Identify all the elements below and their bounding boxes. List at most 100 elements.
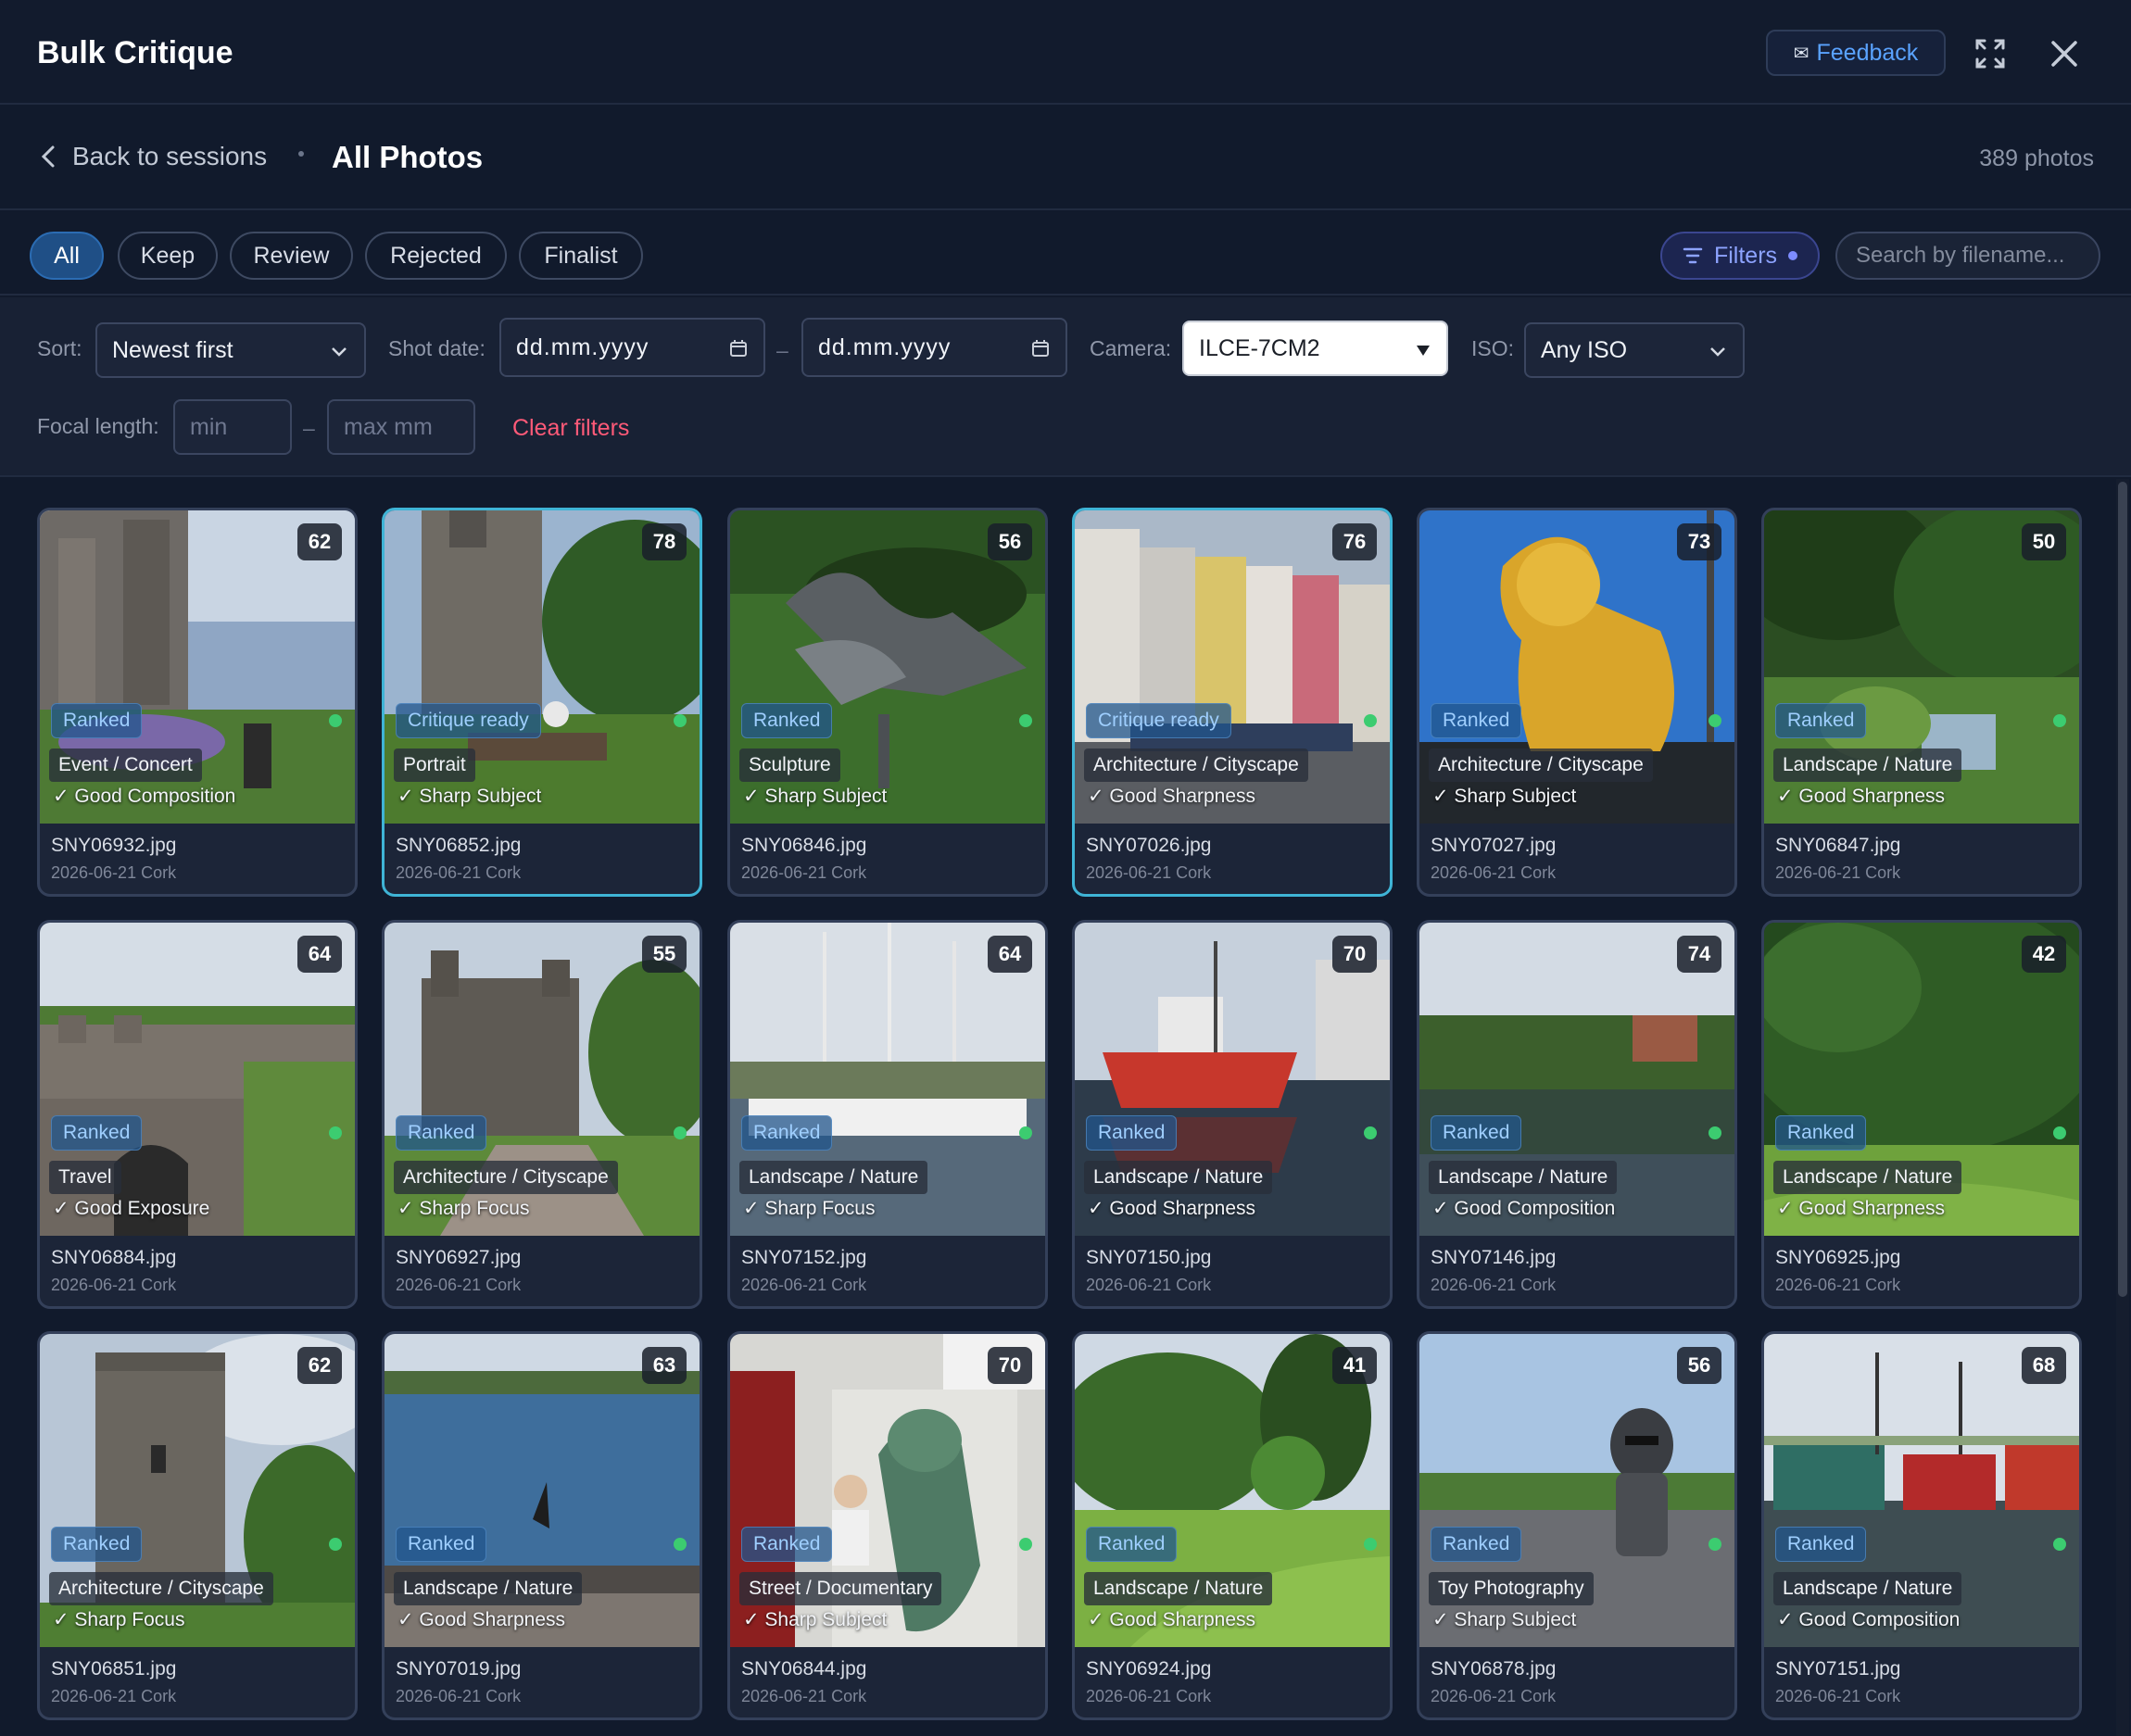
status-badge: Ranked [1775, 703, 1867, 738]
quality-note: ✓ Sharp Subject [1432, 786, 1577, 807]
photo-card[interactable]: 64 Ranked Travel ✓ Good Exposure SNY06884.jp… [37, 920, 358, 1309]
photo-card[interactable]: 62 Ranked Event / Concert ✓ Good Compositio… [37, 508, 358, 897]
category-tag: Sculpture [739, 748, 840, 782]
photo-card[interactable]: 62 Ranked Architecture / Cityscape ✓ Sharp … [37, 1331, 358, 1720]
photo-card[interactable]: 70 Ranked Street / Documentary ✓ Sharp Subj… [727, 1331, 1048, 1720]
status-badge: Ranked [1431, 703, 1522, 738]
photo-card[interactable]: 56 Ranked Sculpture ✓ Sharp Subject SNY06846… [727, 508, 1048, 897]
envelope-icon: ✉ [1793, 43, 1809, 64]
close-icon[interactable] [2046, 35, 2083, 72]
photo-filename: SNY07152.jpg [741, 1247, 867, 1268]
score-badge: 68 [2022, 1347, 2066, 1384]
quality-note: ✓ Good Sharpness [1777, 1198, 1946, 1219]
status-badge: Ranked [1775, 1115, 1867, 1151]
category-tag: Landscape / Nature [1084, 1572, 1273, 1605]
filter-icon [1683, 247, 1703, 264]
photo-grid: 62 Ranked Event / Concert ✓ Good Compositio… [0, 479, 2131, 1736]
status-dot [1364, 714, 1377, 727]
breadcrumb-separator [298, 151, 304, 157]
tab-finalist[interactable]: Finalist [519, 232, 643, 280]
filter-panel: Sort: Newest first Shot date: dd.mm.yyyy… [0, 297, 2131, 477]
status-dot [1709, 1126, 1721, 1139]
status-badge: Critique ready [1086, 703, 1231, 738]
photo-card[interactable]: 73 Ranked Architecture / Cityscape ✓ Sharp … [1417, 508, 1737, 897]
photo-meta: 2026-06-21 Cork [1086, 863, 1212, 882]
quality-note: ✓ Good Sharpness [1777, 786, 1946, 807]
scrollbar-thumb[interactable] [2118, 482, 2127, 1297]
score-badge: 41 [1332, 1347, 1377, 1384]
photo-filename: SNY07019.jpg [396, 1658, 522, 1679]
quality-note: ✓ Good Sharpness [397, 1609, 566, 1630]
score-badge: 73 [1677, 523, 1721, 560]
photo-meta: 2026-06-21 Cork [396, 863, 522, 882]
quality-note: ✓ Good Composition [53, 786, 236, 807]
category-tag: Toy Photography [1429, 1572, 1594, 1605]
photo-meta: 2026-06-21 Cork [396, 1687, 522, 1705]
photo-card[interactable]: 50 Ranked Landscape / Nature ✓ Good Sharpne… [1761, 508, 2082, 897]
photo-filename: SNY06852.jpg [396, 835, 522, 856]
focal-min-input[interactable]: min [173, 399, 292, 455]
sort-select[interactable]: Newest first [95, 322, 366, 378]
quality-note: ✓ Good Exposure [53, 1198, 210, 1219]
calendar-icon [1032, 340, 1049, 357]
photo-card[interactable]: 64 Ranked Landscape / Nature ✓ Sharp Focus S… [727, 920, 1048, 1309]
camera-value: ILCE-7CM2 [1199, 334, 1320, 361]
photo-meta: 2026-06-21 Cork [1775, 1687, 1901, 1705]
photo-meta: 2026-06-21 Cork [51, 863, 177, 882]
search-input[interactable] [1835, 232, 2100, 280]
photo-meta: 2026-06-21 Cork [396, 1276, 522, 1294]
camera-select[interactable]: ILCE-7CM2 [1182, 321, 1448, 376]
quality-note: ✓ Sharp Subject [743, 786, 888, 807]
status-badge: Ranked [1431, 1115, 1522, 1151]
status-badge: Ranked [1775, 1527, 1867, 1562]
photo-card[interactable]: 70 Ranked Landscape / Nature ✓ Good Sharpne… [1072, 920, 1393, 1309]
photo-meta: 2026-06-21 Cork [1086, 1276, 1212, 1294]
photo-card[interactable]: 56 Ranked Toy Photography ✓ Sharp Subject SN… [1417, 1331, 1737, 1720]
photo-filename: SNY06851.jpg [51, 1658, 177, 1679]
score-badge: 70 [1332, 936, 1377, 973]
shot-date-label: Shot date: [388, 336, 485, 360]
photo-meta: 2026-06-21 Cork [51, 1687, 177, 1705]
category-tag: Travel [49, 1161, 121, 1194]
status-badge: Ranked [51, 1527, 143, 1562]
photo-card[interactable]: 55 Ranked Architecture / Cityscape ✓ Sharp … [382, 920, 702, 1309]
back-to-sessions-link[interactable]: Back to sessions [41, 142, 267, 171]
quality-note: ✓ Sharp Subject [743, 1609, 888, 1630]
photo-card[interactable]: 42 Ranked Landscape / Nature ✓ Good Sharpne… [1761, 920, 2082, 1309]
photo-card[interactable]: 76 Critique ready Architecture / Cityscape… [1072, 508, 1393, 897]
photo-card[interactable]: 78 Critique ready Portrait ✓ Sharp Subject S… [382, 508, 702, 897]
tab-all[interactable]: All [30, 232, 104, 280]
score-badge: 55 [642, 936, 687, 973]
expand-icon[interactable] [1972, 35, 2009, 72]
status-badge: Ranked [741, 703, 833, 738]
clear-filters-link[interactable]: Clear filters [512, 415, 629, 442]
tab-review[interactable]: Review [230, 232, 353, 280]
quality-note: ✓ Sharp Focus [743, 1198, 876, 1219]
photo-meta: 2026-06-21 Cork [1431, 1276, 1557, 1294]
tab-keep[interactable]: Keep [118, 232, 218, 280]
filters-label: Filters [1713, 242, 1778, 269]
photo-card[interactable]: 74 Ranked Landscape / Nature ✓ Good Composi… [1417, 920, 1737, 1309]
chevron-down-icon [332, 347, 347, 357]
category-tag: Architecture / Cityscape [394, 1161, 618, 1194]
iso-select[interactable]: Any ISO [1524, 322, 1745, 378]
status-dot [674, 1538, 687, 1551]
photo-card[interactable]: 41 Ranked Landscape / Nature ✓ Good Sharpne… [1072, 1331, 1393, 1720]
score-badge: 56 [1677, 1347, 1721, 1384]
feedback-button[interactable]: ✉ Feedback [1766, 30, 1946, 76]
sort-value: Newest first [112, 336, 233, 363]
filters-button[interactable]: Filters [1660, 232, 1820, 280]
date-to-input[interactable]: dd.mm.yyyy [801, 318, 1067, 377]
breadcrumb: Back to sessions All Photos 389 photos [0, 107, 2131, 210]
tab-rejected[interactable]: Rejected [365, 232, 507, 280]
status-dot [1364, 1538, 1377, 1551]
score-badge: 50 [2022, 523, 2066, 560]
photo-filename: SNY06846.jpg [741, 835, 867, 856]
focal-max-input[interactable]: max mm [327, 399, 475, 455]
photo-card[interactable]: 68 Ranked Landscape / Nature ✓ Good Composi… [1761, 1331, 2082, 1720]
status-badge: Ranked [51, 1115, 143, 1151]
date-from-input[interactable]: dd.mm.yyyy [499, 318, 765, 377]
status-dot [2053, 1538, 2066, 1551]
photo-filename: SNY07150.jpg [1086, 1247, 1212, 1268]
photo-card[interactable]: 63 Ranked Landscape / Nature ✓ Good Sharpne… [382, 1331, 702, 1720]
